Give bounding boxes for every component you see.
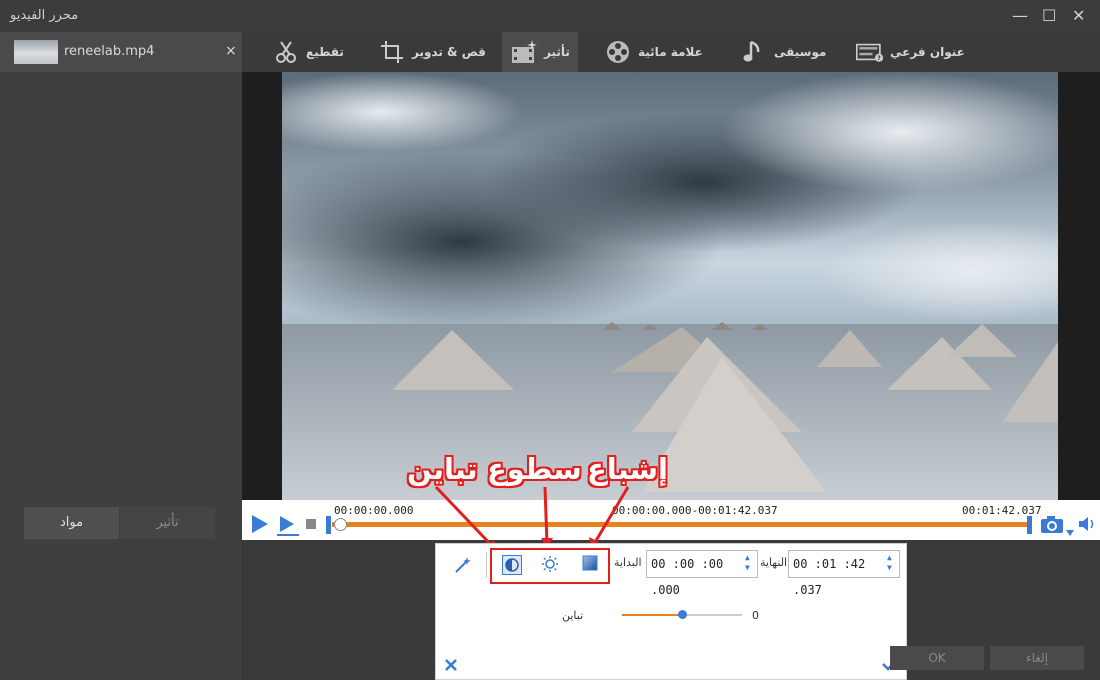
playback-bar: 00:00:00.000 00:00:00.000-00:01:42.037 0… — [242, 500, 1100, 540]
start-time-field[interactable]: 00 :00 :00 .000 ▲ ▼ — [646, 550, 758, 597]
brightness-icon[interactable] — [541, 555, 559, 577]
tab-music[interactable]: موسيقى — [740, 32, 826, 72]
slider-label: تباين — [562, 609, 584, 622]
start-time-label: 00:00:00.000 — [334, 504, 414, 517]
effects-panel: البداية 00 :00 :00 .000 ▲ ▼ النهاية 00 :0… — [435, 543, 907, 680]
crop-rotate-icon — [378, 38, 406, 66]
cancel-x-icon[interactable] — [444, 657, 458, 676]
window-title: محرر الفيديو — [10, 8, 79, 23]
video-thumbnail — [14, 40, 58, 64]
end-time-value: 00 :01 :42 .037 — [793, 557, 866, 597]
slider-knob[interactable] — [678, 610, 687, 619]
ok-button[interactable]: OK — [890, 646, 984, 670]
material-button[interactable]: مواد — [24, 507, 119, 539]
file-name: reneelab.mp4 — [64, 44, 155, 59]
crop-cut-icon — [272, 38, 300, 66]
film-reel-icon — [604, 38, 632, 66]
annotation-contrast: تباين — [407, 452, 478, 486]
tab-subtitle-label: عنوان فرعي — [890, 45, 965, 59]
tab-cut-label: تقطيع — [306, 45, 344, 59]
timeline-start-handle[interactable] — [326, 516, 331, 534]
timeline-end-handle[interactable] — [1027, 516, 1032, 534]
contrast-slider[interactable] — [622, 610, 742, 619]
svg-text:?: ? — [877, 56, 880, 62]
editor-toolbar: تقطيع قص & تدوير تأثير علامة مائية موسيق… — [242, 32, 1100, 72]
play-icon[interactable] — [250, 514, 270, 538]
end-label: النهاية — [760, 556, 788, 569]
effect-button[interactable]: تأثير — [120, 507, 215, 539]
tab-crop-rotate[interactable]: قص & تدوير — [378, 32, 486, 72]
start-time-spinner[interactable]: ▲ ▼ — [745, 553, 755, 573]
volume-icon[interactable] — [1078, 516, 1096, 536]
tab-music-label: موسيقى — [774, 45, 827, 59]
saturation-icon[interactable] — [582, 555, 598, 575]
effect-film-icon — [510, 38, 538, 66]
title-bar: محرر الفيديو — ☐ ✕ — [0, 0, 1100, 33]
video-frame — [282, 72, 1058, 502]
cancel-button[interactable]: إلغاء — [990, 646, 1084, 670]
music-note-icon — [740, 38, 768, 66]
end-time-field[interactable]: 00 :01 :42 .037 ▲ ▼ — [788, 550, 900, 597]
video-preview: تباين سطوع إشباع — [242, 72, 1100, 502]
slider-fill — [622, 614, 682, 616]
subtitle-icon: ? — [856, 38, 884, 66]
close-button[interactable]: ✕ — [1072, 6, 1085, 25]
annotation-saturation: إشباع — [587, 452, 668, 486]
magic-wand-icon[interactable] — [454, 556, 472, 578]
contrast-icon[interactable] — [502, 555, 522, 575]
separator — [486, 552, 487, 578]
range-time-label: 00:00:00.000-00:01:42.037 — [612, 504, 778, 517]
tab-watermark-label: علامة مائية — [638, 45, 703, 59]
stop-icon[interactable] — [306, 519, 316, 529]
dropdown-arrow-icon[interactable] — [1066, 521, 1074, 540]
file-sidebar: reneelab.mp4 × تأثير مواد — [0, 32, 243, 680]
tab-subtitle[interactable]: ? عنوان فرعي — [856, 32, 965, 72]
play-segment-icon[interactable] — [276, 514, 300, 540]
start-time-value: 00 :00 :00 .000 — [651, 557, 724, 597]
slider-value: 0 — [752, 609, 759, 622]
annotation-brightness: سطوع — [487, 452, 582, 486]
maximize-button[interactable]: ☐ — [1042, 6, 1056, 25]
playhead-knob[interactable] — [334, 518, 347, 531]
progress-track[interactable] — [332, 522, 1029, 527]
start-label: البداية — [614, 556, 642, 569]
tab-effect-label: تأثير — [544, 45, 570, 59]
tab-crop-rotate-label: قص & تدوير — [412, 45, 486, 59]
tab-watermark[interactable]: علامة مائية — [604, 32, 703, 72]
tab-effect[interactable]: تأثير — [502, 32, 578, 72]
camera-icon[interactable] — [1040, 514, 1064, 538]
end-time-spinner[interactable]: ▲ ▼ — [887, 553, 897, 573]
file-close-icon[interactable]: × — [225, 43, 237, 59]
file-tab[interactable]: reneelab.mp4 × — [0, 32, 242, 72]
tab-cut[interactable]: تقطيع — [272, 32, 344, 72]
minimize-button[interactable]: — — [1012, 6, 1028, 25]
